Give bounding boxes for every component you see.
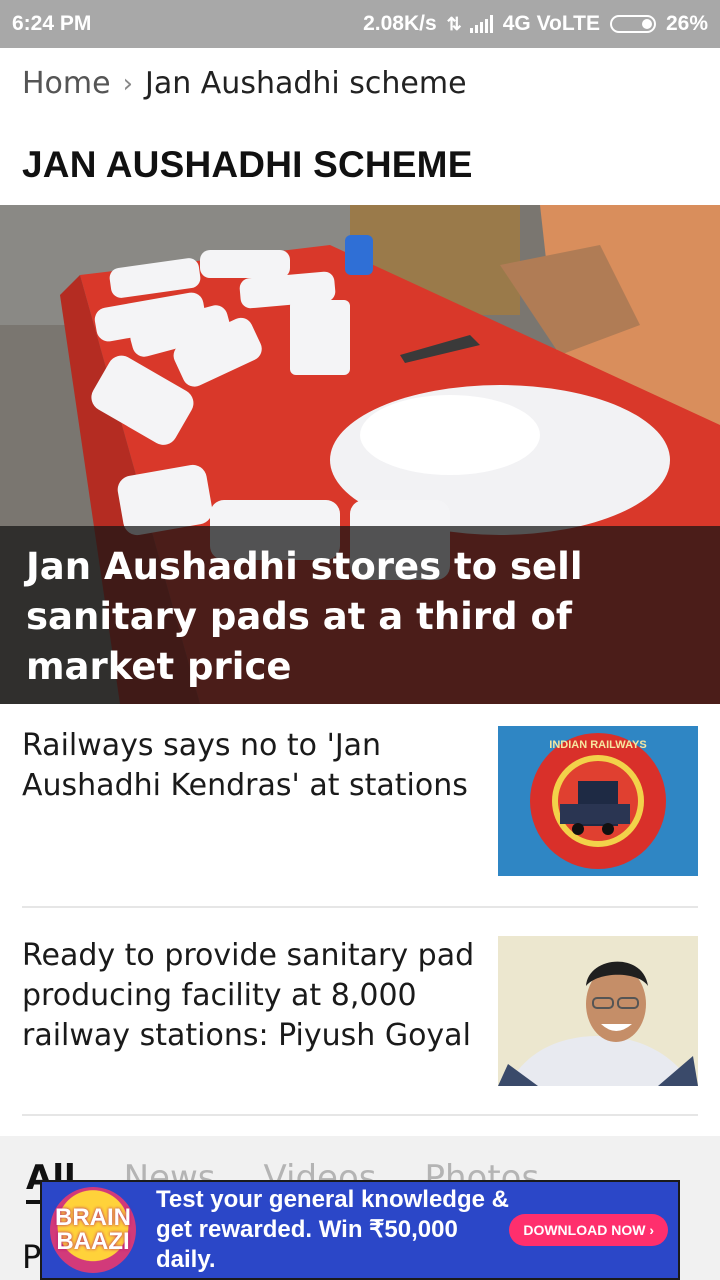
list-item[interactable]: Railways says no to 'Jan Aushadhi Kendra…	[22, 726, 698, 876]
logo-text-line2: BAAZI	[56, 1228, 130, 1255]
status-bar: 6:24 PM 2.08K/s ⇅ 4G VoLTE 26%	[0, 0, 720, 48]
hero-story[interactable]: Jan Aushadhi stores to sell sanitary pad…	[0, 205, 720, 704]
thumbnail-logo-text: INDIAN RAILWAYS	[549, 739, 646, 751]
page-title: JAN AUSHADHI SCHEME	[22, 144, 473, 185]
ad-banner[interactable]: BRAIN BAAZI Test your general knowledge …	[40, 1180, 680, 1280]
download-now-button[interactable]: DOWNLOAD NOW ›	[509, 1214, 668, 1246]
logo-text-line1: BRAIN	[55, 1204, 131, 1231]
battery-icon	[609, 15, 656, 33]
divider	[22, 906, 698, 908]
breadcrumb: Home › Jan Aushadhi scheme	[22, 66, 467, 101]
ad-text: Test your general knowledge & get reward…	[156, 1185, 509, 1275]
status-time: 6:24 PM	[12, 12, 92, 35]
story-thumbnail[interactable]: INDIAN RAILWAYS	[498, 726, 698, 876]
signal-icon	[469, 15, 493, 33]
story-title[interactable]: Ready to provide sanitary pad producing …	[22, 936, 477, 1086]
indian-railways-logo-image: INDIAN RAILWAYS	[498, 726, 698, 876]
story-thumbnail[interactable]	[498, 936, 698, 1086]
network-speed: 2.08K/s	[363, 12, 437, 35]
ad-line1: Test your general knowledge &	[156, 1186, 509, 1213]
hero-caption: Jan Aushadhi stores to sell sanitary pad…	[0, 526, 720, 704]
list-item-peek[interactable]: P	[22, 1238, 41, 1276]
hero-headline[interactable]: Jan Aushadhi stores to sell sanitary pad…	[26, 542, 694, 692]
network-type: 4G VoLTE	[502, 12, 600, 35]
list-item[interactable]: Ready to provide sanitary pad producing …	[22, 936, 698, 1086]
breadcrumb-current: Jan Aushadhi scheme	[145, 66, 467, 101]
data-arrows-icon: ⇅	[446, 13, 462, 34]
battery-level: 26%	[665, 12, 708, 35]
person-photo-image	[498, 936, 698, 1086]
ad-line2: get rewarded. Win ₹50,000 daily.	[156, 1216, 458, 1273]
brain-baazi-logo: BRAIN BAAZI	[50, 1187, 136, 1273]
story-title[interactable]: Railways says no to 'Jan Aushadhi Kendra…	[22, 726, 477, 876]
divider	[22, 1114, 698, 1116]
breadcrumb-home-link[interactable]: Home	[22, 66, 111, 101]
breadcrumb-separator-icon: ›	[122, 68, 133, 99]
